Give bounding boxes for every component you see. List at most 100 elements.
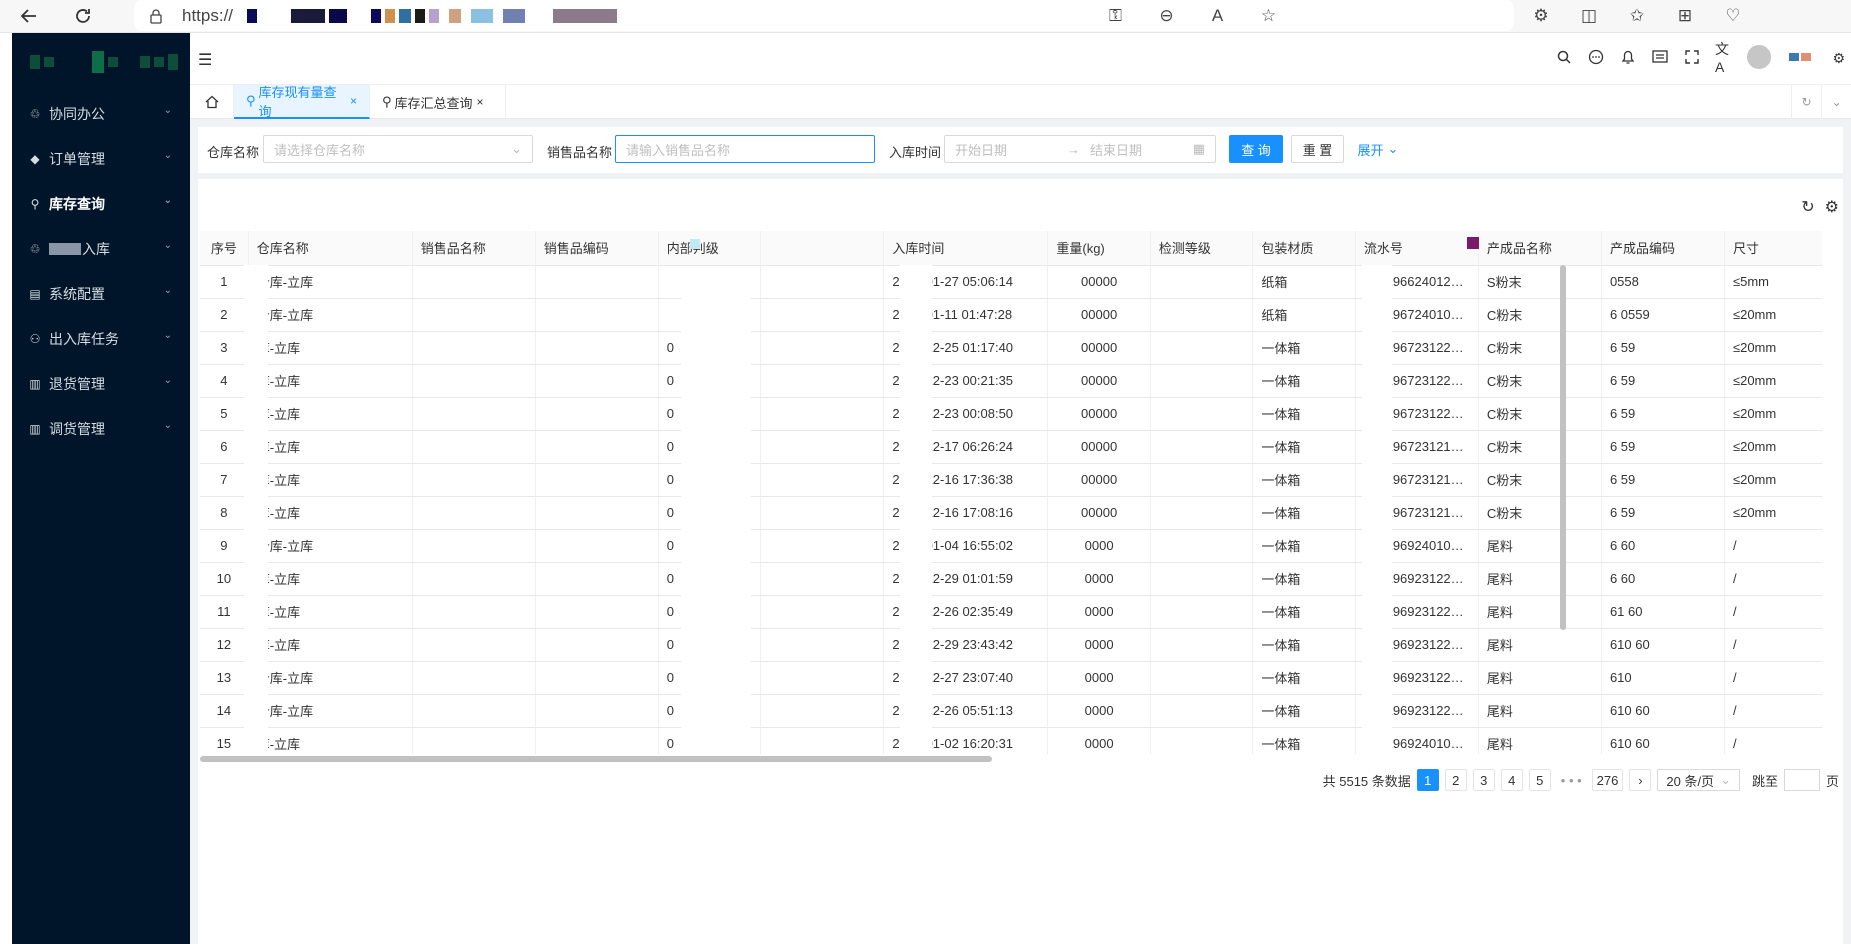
column-header[interactable]: 入库时间 [883, 231, 1049, 266]
page-3[interactable]: 3 [1472, 769, 1495, 791]
refresh-icon[interactable]: ↻ [1801, 197, 1814, 217]
search-button[interactable]: 查 询 [1229, 135, 1283, 163]
jump-input[interactable] [1783, 769, 1820, 791]
column-header[interactable]: 序号 [200, 231, 249, 266]
column-settings-icon[interactable]: ⚙ [1825, 197, 1839, 217]
table-cell: / [1724, 529, 1822, 563]
table-row[interactable]: 10 库-立库 0 2023-12-29 01:01:59 0000 一体箱 0301969… [200, 562, 1822, 596]
refresh-icon[interactable]: ↻ [1791, 85, 1821, 119]
column-header[interactable]: 仓库名称 [248, 231, 413, 266]
table-cell [1150, 430, 1254, 464]
table-cell [535, 298, 659, 332]
column-header[interactable]: 尺寸 [1724, 231, 1822, 266]
menu-fold-icon[interactable]: ☰ [198, 50, 212, 70]
table-cell: 一体箱 [1252, 628, 1356, 662]
page-4[interactable]: 4 [1500, 769, 1523, 791]
zoom-icon[interactable]: ⊖ [1156, 5, 1178, 27]
refresh-icon[interactable] [66, 1, 100, 31]
table-row[interactable]: 1 仓库-立库 2024-01-27 05:06:14 00000 纸箱 03019662… [200, 265, 1822, 299]
column-header[interactable]: 包装材质 [1252, 231, 1356, 266]
table-row[interactable]: 3 库-立库 0 2023-12-25 01:17:40 00000 一体箱 0301967… [200, 331, 1822, 365]
search-icon[interactable] [1555, 48, 1573, 66]
translate-icon[interactable]: 文A [1715, 41, 1733, 75]
page-2[interactable]: 2 [1444, 769, 1467, 791]
table-row[interactable]: 5 库-立库 0 2023-12-23 00:08:50 00000 一体箱 0301967… [200, 397, 1822, 431]
favorite-icon[interactable]: ☆ [1258, 5, 1280, 27]
sidebar-item-2[interactable]: ⚲ 库存查询 ⌄ [12, 181, 190, 226]
back-icon[interactable] [12, 1, 46, 31]
table-cell [412, 595, 536, 629]
column-header[interactable]: 内部判级 [658, 231, 762, 266]
next-page-icon[interactable]: › [1629, 769, 1652, 791]
column-header[interactable]: 检测等级 [1150, 231, 1254, 266]
column-header[interactable]: 销售品编码 [535, 231, 659, 266]
table-row[interactable]: 2 仓库-立库 2024-01-11 01:47:28 00000 纸箱 03019672… [200, 298, 1822, 332]
close-icon[interactable]: × [350, 94, 357, 108]
browser-toolbar: https:// ⚿ ⊖ A ☆ ⚙ ◫ ✩ ⊞ ♡ [0, 0, 1851, 33]
tab-stock-onhand[interactable]: ⚲ 库存现有量查询 × [234, 85, 370, 119]
table-cell [1150, 694, 1254, 728]
search-icon: ⚲ [30, 196, 40, 211]
table-cell [1150, 397, 1254, 431]
page-ellipsis[interactable]: • • • [1556, 769, 1586, 791]
table-row[interactable]: 14 仓库-立库 0 2023-12-26 05:51:13 0000 一体箱 030196… [200, 694, 1822, 728]
chevron-down-icon[interactable]: ⌄ [1821, 85, 1851, 119]
sidebar-item-3[interactable]: ♲ 入库 ⌄ [12, 226, 190, 271]
sidebar-item-1[interactable]: ◆ 订单管理 ⌄ [12, 136, 190, 181]
table-row[interactable]: 15 库-立库 0 2024-01-02 16:20:31 0000 一体箱 0301969… [200, 727, 1822, 754]
sidebar-item-6[interactable]: ▥ 退货管理 ⌄ [12, 361, 190, 406]
extensions-icon[interactable]: ⚙ [1530, 5, 1552, 27]
table-cell: ≤20mm [1724, 397, 1822, 431]
column-header[interactable]: 流水号 [1355, 231, 1479, 266]
address-bar[interactable]: https:// [134, 0, 1514, 31]
table-row[interactable]: 13 仓库-立库 0 2023-12-27 23:07:40 0000 一体箱 030196… [200, 661, 1822, 695]
table-row[interactable]: 12 库-立库 0 2023-12-29 23:43:42 0000 一体箱 0301969… [200, 628, 1822, 662]
warehouse-select[interactable]: 请选择仓库名称 ⌄ [263, 135, 533, 163]
expand-button[interactable]: 展开 ⌄ [1356, 135, 1400, 163]
column-header[interactable]: 销售品名称 [412, 231, 536, 266]
horizontal-scrollbar[interactable] [200, 756, 992, 762]
message-icon[interactable] [1587, 48, 1605, 66]
sidebar-item-0[interactable]: ♲ 协同办公 ⌄ [12, 91, 190, 136]
table-row[interactable]: 11 库-立库 0 2023-12-26 02:35:49 0000 一体箱 0301969… [200, 595, 1822, 629]
column-header[interactable] [760, 231, 885, 266]
tab-stock-summary[interactable]: ⚲ 库存汇总查询 × [370, 85, 506, 119]
read-aloud-icon[interactable]: A [1207, 5, 1229, 27]
column-header[interactable]: 重量(kg) [1047, 231, 1151, 266]
table-row[interactable]: 6 库-立库 0 2023-12-17 06:26:24 00000 一体箱 0301967… [200, 430, 1822, 464]
favorites-list-icon[interactable]: ✩ [1626, 5, 1648, 27]
collections-icon[interactable]: ⊞ [1674, 5, 1696, 27]
product-input[interactable]: 请输入销售品名称 [615, 135, 875, 163]
table-row[interactable]: 7 库-立库 0 2023-12-16 17:36:38 00000 一体箱 0301967… [200, 463, 1822, 497]
sidebar-item-5[interactable]: ⚇ 出入库任务 ⌄ [12, 316, 190, 361]
notice-icon[interactable] [1651, 48, 1669, 66]
date-range-picker[interactable]: 开始日期 → 结束日期 ▦ [944, 135, 1216, 163]
sidebar-item-4[interactable]: ▤ 系统配置 ⌄ [12, 271, 190, 316]
sidebar-item-7[interactable]: ▥ 调货管理 ⌄ [12, 406, 190, 451]
table-cell [535, 265, 659, 299]
bell-icon[interactable] [1619, 48, 1637, 66]
split-screen-icon[interactable]: ◫ [1578, 5, 1600, 27]
table-cell: 仓库-立库 [248, 265, 413, 299]
table-cell: 库-立库 [248, 364, 413, 398]
reset-button[interactable]: 重 置 [1291, 135, 1344, 163]
key-icon[interactable]: ⚿ [1105, 5, 1127, 27]
column-header[interactable]: 产成品名称 [1478, 231, 1602, 266]
table-row[interactable]: 8 库-立库 0 2023-12-16 17:08:16 00000 一体箱 0301967… [200, 496, 1822, 530]
home-tab[interactable] [190, 85, 234, 119]
page-size-select[interactable]: 20 条/页 ⌄ [1657, 769, 1740, 791]
table-cell: 61 60 [1601, 595, 1725, 629]
table-row[interactable]: 9 仓库-立库 0 2024-01-04 16:55:02 0000 一体箱 0301969… [200, 529, 1822, 563]
avatar[interactable] [1747, 45, 1771, 69]
health-icon[interactable]: ♡ [1722, 5, 1744, 27]
gear-icon[interactable]: ⚙ [1832, 50, 1845, 67]
column-header[interactable]: 产成品编码 [1601, 231, 1725, 266]
table-row[interactable]: 4 库-立库 0 2023-12-23 00:21:35 00000 一体箱 0301967… [200, 364, 1822, 398]
fullscreen-icon[interactable] [1683, 48, 1701, 66]
close-icon[interactable]: × [477, 95, 484, 109]
page-last[interactable]: 276 [1591, 769, 1624, 791]
table-cell [412, 298, 536, 332]
vertical-scrollbar[interactable] [1560, 265, 1566, 630]
page-1[interactable]: 1 [1416, 769, 1439, 791]
page-5[interactable]: 5 [1528, 769, 1551, 791]
